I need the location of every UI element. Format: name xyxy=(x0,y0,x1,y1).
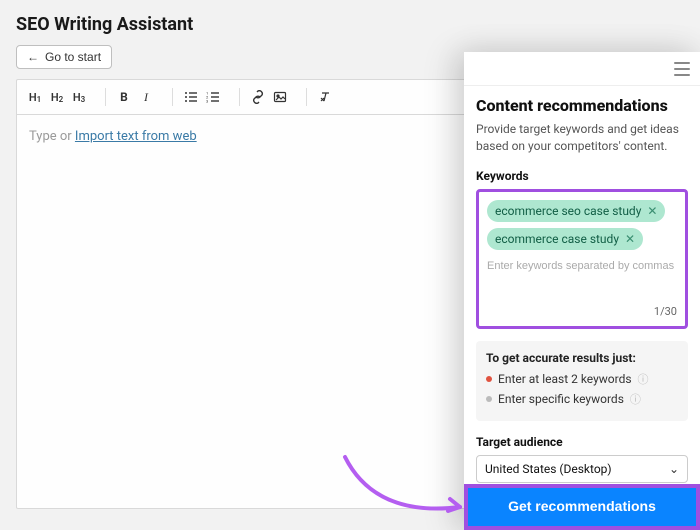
hint-row: Enter specific keywords ⓘ xyxy=(486,391,678,407)
divider xyxy=(306,88,307,106)
ordered-list-button[interactable]: 123 xyxy=(203,87,223,107)
go-to-start-label: Go to start xyxy=(45,50,101,64)
hint-text: Enter specific keywords xyxy=(498,392,624,406)
status-dot-icon xyxy=(486,376,492,382)
panel-heading: Content recommendations xyxy=(476,96,688,115)
keywords-input[interactable] xyxy=(487,256,677,272)
heading1-button[interactable]: H1 xyxy=(25,87,45,107)
keyword-chip-text: ecommerce seo case study xyxy=(495,204,641,218)
bullet-list-button[interactable] xyxy=(181,87,201,107)
panel-description: Provide target keywords and get ideas ba… xyxy=(476,121,688,155)
divider xyxy=(239,88,240,106)
hint-row: Enter at least 2 keywords ⓘ xyxy=(486,371,678,387)
clear-formatting-button[interactable] xyxy=(315,87,335,107)
hints-box: To get accurate results just: Enter at l… xyxy=(476,341,688,421)
arrow-left-icon: ← xyxy=(27,50,39,64)
info-icon[interactable]: ⓘ xyxy=(630,391,641,407)
status-dot-icon xyxy=(486,396,492,402)
audience-label: Target audience xyxy=(476,435,688,449)
info-icon[interactable]: ⓘ xyxy=(638,371,649,387)
svg-text:3: 3 xyxy=(206,99,208,104)
page-title: SEO Writing Assistant xyxy=(0,0,700,45)
get-recommendations-button[interactable]: Get recommendations xyxy=(464,484,700,530)
keywords-label: Keywords xyxy=(476,169,688,183)
divider xyxy=(105,88,106,106)
keyword-chip[interactable]: ecommerce case study ✕ xyxy=(487,228,643,250)
go-to-start-button[interactable]: ← Go to start xyxy=(16,45,112,69)
recommendations-panel: Content recommendations Provide target k… xyxy=(464,52,700,530)
hint-text: Enter at least 2 keywords xyxy=(498,372,632,386)
keyword-chip[interactable]: ecommerce seo case study ✕ xyxy=(487,200,665,222)
heading2-button[interactable]: H2 xyxy=(47,87,67,107)
keywords-counter: 1/30 xyxy=(654,299,677,318)
target-audience-select[interactable]: United States (Desktop) ⌄ xyxy=(476,455,688,483)
remove-chip-icon[interactable]: ✕ xyxy=(647,204,657,218)
hints-title: To get accurate results just: xyxy=(486,351,678,365)
audience-value: United States (Desktop) xyxy=(485,462,612,476)
heading3-button[interactable]: H3 xyxy=(69,87,89,107)
menu-icon[interactable] xyxy=(674,62,690,76)
remove-chip-icon[interactable]: ✕ xyxy=(625,232,635,246)
link-button[interactable] xyxy=(248,87,268,107)
image-button[interactable] xyxy=(270,87,290,107)
bold-button[interactable]: B xyxy=(114,87,134,107)
divider xyxy=(172,88,173,106)
italic-button[interactable]: I xyxy=(136,87,156,107)
chevron-down-icon: ⌄ xyxy=(669,462,679,476)
keyword-chip-text: ecommerce case study xyxy=(495,232,619,246)
import-text-link[interactable]: Import text from web xyxy=(75,129,197,144)
editor-placeholder: Type or xyxy=(29,129,75,144)
keywords-input-box[interactable]: ecommerce seo case study ✕ ecommerce cas… xyxy=(476,189,688,329)
